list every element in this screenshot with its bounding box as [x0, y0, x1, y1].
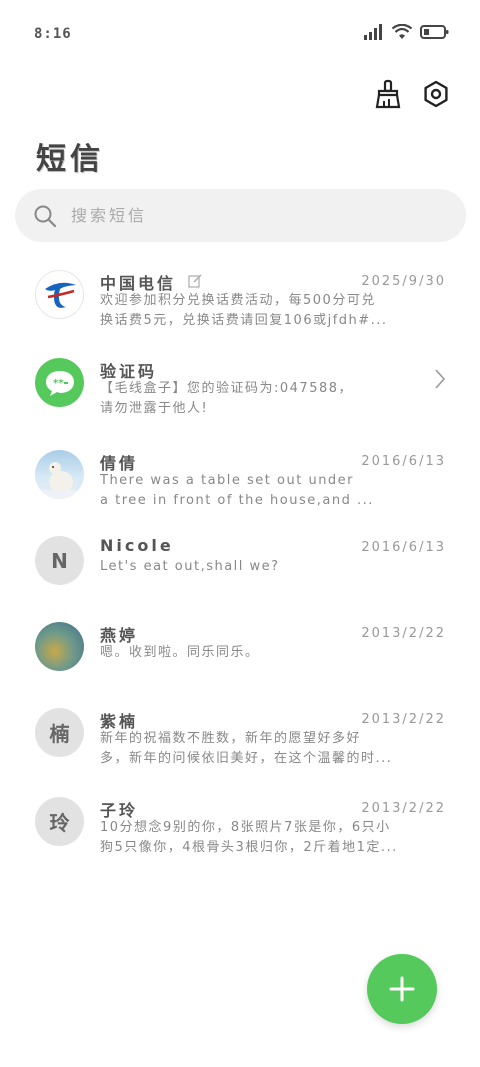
- preview-line: 嗯。收到啦。同乐同乐。: [100, 645, 260, 660]
- message-preview: 嗯。收到啦。同乐同乐。: [100, 643, 440, 663]
- preview-line: a tree in front of the house,and ...: [100, 493, 374, 508]
- preview-line: 换话费5元，兑换话费请回复106或jfdh#...: [100, 313, 388, 328]
- message-bubble-icon: **: [45, 370, 74, 396]
- preview-line: 欢迎参加积分兑换话费活动，每500分可兑: [100, 293, 376, 308]
- chevron-right-icon: [435, 369, 446, 389]
- message-list: 中国电信 2025/9/30 欢迎参加积分兑换话费活动，每500分可兑 换话费5…: [0, 262, 480, 877]
- message-date: 2025/9/30: [361, 274, 446, 289]
- new-message-button[interactable]: [367, 954, 437, 1024]
- message-item-ziling[interactable]: 玲 子玲 2013/2/22 10分想念9别的你，8张照片7张是你，6只小 狗5…: [0, 789, 480, 877]
- preview-line: 【毛线盒子】您的验证码为:047588，: [100, 381, 354, 396]
- message-preview: There was a table set out under a tree i…: [100, 471, 440, 511]
- preview-line: 狗5只像你，4根骨头3根归你，2斤着地1定...: [100, 840, 398, 855]
- sender-name: Nicole: [100, 536, 174, 555]
- message-preview: Let's eat out,shall we?: [100, 557, 440, 577]
- message-date: 2016/6/13: [361, 454, 446, 469]
- preview-line: 10分想念9别的你，8张照片7张是你，6只小: [100, 820, 391, 835]
- search-bar[interactable]: [15, 189, 466, 242]
- polar-bear-photo-icon: [35, 462, 84, 499]
- message-preview: 10分想念9别的你，8张照片7张是你，6只小 狗5只像你，4根骨头3根归你，2斤…: [100, 818, 440, 858]
- message-date: 2013/2/22: [361, 801, 446, 816]
- message-item-zinan[interactable]: 楠 紫楠 2013/2/22 新年的祝福数不胜数，新年的愿望好多好 多，新年的问…: [0, 700, 480, 789]
- avatar-qianqian: [35, 450, 84, 499]
- search-input[interactable]: [71, 206, 411, 225]
- top-actions: [372, 78, 452, 110]
- message-preview: 新年的祝福数不胜数，新年的愿望好多好 多，新年的问候依旧美好，在这个温馨的时..…: [100, 729, 440, 769]
- status-bar: 8:16: [0, 0, 480, 64]
- message-preview: 欢迎参加积分兑换话费活动，每500分可兑 换话费5元，兑换话费请回复106或jf…: [100, 291, 440, 331]
- message-item-china-telecom[interactable]: 中国电信 2025/9/30 欢迎参加积分兑换话费活动，每500分可兑 换话费5…: [0, 262, 480, 350]
- status-time: 8:16: [34, 26, 72, 42]
- message-item-yanting[interactable]: 燕婷 2013/2/22 嗯。收到啦。同乐同乐。: [0, 614, 480, 700]
- avatar-china-telecom: [35, 270, 84, 319]
- signal-icon: [364, 24, 382, 40]
- preview-line: Let's eat out,shall we?: [100, 559, 280, 574]
- broom-icon: [375, 79, 401, 109]
- wifi-icon: [392, 24, 412, 39]
- avatar-yanting: [35, 622, 84, 671]
- preview-line: 新年的祝福数不胜数，新年的愿望好多好: [100, 731, 362, 746]
- avatar-ziling: 玲: [35, 797, 84, 846]
- preview-line: There was a table set out under: [100, 473, 355, 488]
- settings-button[interactable]: [420, 78, 452, 110]
- message-item-verification-code[interactable]: ** 验证码 【毛线盒子】您的验证码为:047588， 请勿泄露于他人!: [0, 350, 480, 442]
- message-date: 2013/2/22: [361, 712, 446, 727]
- avatar-verification-code: **: [35, 358, 84, 407]
- message-date: 2016/6/13: [361, 540, 446, 555]
- clean-button[interactable]: [372, 78, 404, 110]
- battery-icon: [420, 25, 449, 39]
- preview-line: 多，新年的问候依旧美好，在这个温馨的时...: [100, 751, 393, 766]
- search-icon: [34, 205, 57, 227]
- svg-text:**: **: [53, 378, 64, 389]
- china-telecom-logo-icon: [44, 282, 76, 308]
- avatar-nicole: N: [35, 536, 84, 585]
- plus-icon: [389, 976, 415, 1002]
- avatar-zinan: 楠: [35, 708, 84, 757]
- edit-icon: [188, 274, 202, 288]
- status-icons: [364, 24, 450, 40]
- message-preview: 【毛线盒子】您的验证码为:047588， 请勿泄露于他人!: [100, 379, 440, 419]
- settings-icon: [424, 80, 448, 108]
- message-date: 2013/2/22: [361, 626, 446, 641]
- page-title: 短信: [36, 142, 104, 177]
- preview-line: 请勿泄露于他人!: [100, 401, 209, 416]
- message-item-nicole[interactable]: N Nicole 2016/6/13 Let's eat out,shall w…: [0, 528, 480, 614]
- message-item-qianqian[interactable]: 倩倩 2016/6/13 There was a table set out u…: [0, 442, 480, 528]
